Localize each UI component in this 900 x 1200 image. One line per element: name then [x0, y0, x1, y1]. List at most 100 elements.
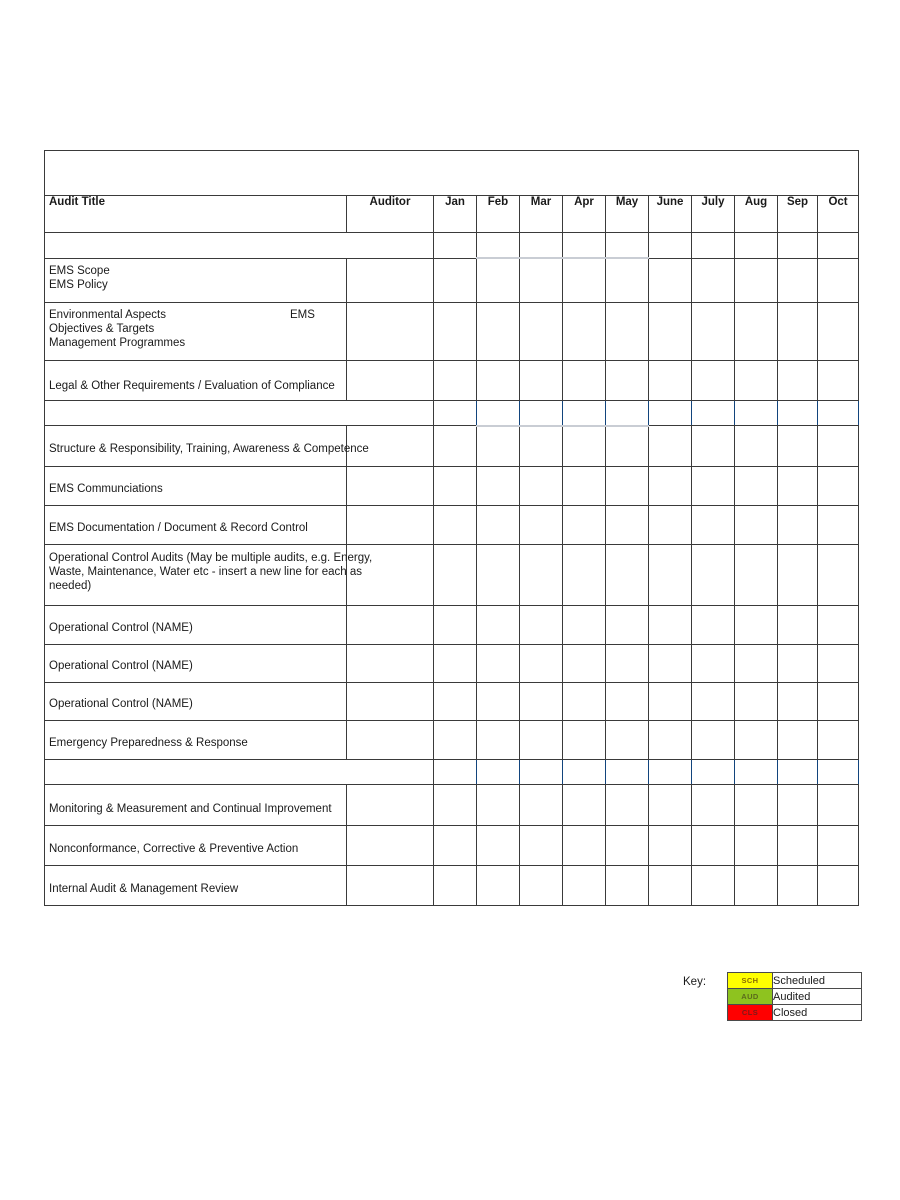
month-cell-sep[interactable]: [777, 720, 818, 760]
month-cell-mar[interactable]: [519, 359, 563, 401]
month-cell-feb[interactable]: [476, 301, 520, 361]
month-cell-feb[interactable]: [476, 505, 520, 545]
month-cell-aug[interactable]: [734, 505, 778, 545]
month-cell-mar[interactable]: [519, 301, 563, 361]
month-cell-feb[interactable]: [476, 544, 520, 606]
month-cell-july[interactable]: [691, 466, 735, 506]
month-cell-oct[interactable]: [816, 544, 860, 606]
month-cell-july[interactable]: [691, 865, 735, 906]
month-cell-mar[interactable]: [519, 865, 563, 906]
month-cell-apr[interactable]: [562, 784, 606, 826]
auditor-cell[interactable]: [346, 301, 434, 361]
month-cell-feb[interactable]: [476, 784, 520, 826]
month-cell-jan[interactable]: [433, 359, 477, 401]
month-cell-oct[interactable]: [816, 682, 860, 721]
month-cell-july[interactable]: [691, 682, 735, 721]
month-cell-may[interactable]: [605, 644, 649, 683]
month-cell-mar[interactable]: [519, 425, 563, 467]
month-cell-oct[interactable]: [816, 301, 860, 361]
month-cell-july[interactable]: [691, 301, 735, 361]
month-cell-july[interactable]: [691, 257, 735, 303]
month-cell-feb[interactable]: [476, 865, 520, 906]
month-cell-may[interactable]: [605, 784, 649, 826]
month-cell-aug[interactable]: [734, 301, 778, 361]
month-cell-oct[interactable]: [816, 359, 860, 401]
month-cell-july[interactable]: [691, 644, 735, 683]
month-cell-oct[interactable]: [816, 825, 860, 866]
month-cell-aug[interactable]: [734, 605, 778, 645]
month-cell-apr[interactable]: [562, 605, 606, 645]
month-cell-apr[interactable]: [562, 425, 606, 467]
month-cell-feb[interactable]: [476, 825, 520, 866]
month-cell-sep[interactable]: [777, 425, 818, 467]
month-cell-june[interactable]: [648, 644, 692, 683]
month-cell-mar[interactable]: [519, 720, 563, 760]
month-cell-aug[interactable]: [734, 865, 778, 906]
month-cell-apr[interactable]: [562, 466, 606, 506]
month-cell-mar[interactable]: [519, 257, 563, 303]
month-cell-jan[interactable]: [433, 825, 477, 866]
month-cell-july[interactable]: [691, 825, 735, 866]
month-cell-apr[interactable]: [562, 359, 606, 401]
month-cell-may[interactable]: [605, 720, 649, 760]
month-cell-aug[interactable]: [734, 825, 778, 866]
month-cell-mar[interactable]: [519, 825, 563, 866]
month-cell-aug[interactable]: [734, 466, 778, 506]
month-cell-jan[interactable]: [433, 505, 477, 545]
month-cell-mar[interactable]: [519, 644, 563, 683]
month-cell-jan[interactable]: [433, 544, 477, 606]
month-cell-oct[interactable]: [816, 865, 860, 906]
month-cell-june[interactable]: [648, 466, 692, 506]
month-cell-apr[interactable]: [562, 544, 606, 606]
month-cell-june[interactable]: [648, 505, 692, 545]
month-cell-mar[interactable]: [519, 605, 563, 645]
month-cell-aug[interactable]: [734, 257, 778, 303]
month-cell-june[interactable]: [648, 720, 692, 760]
month-cell-july[interactable]: [691, 544, 735, 606]
month-cell-aug[interactable]: [734, 720, 778, 760]
month-cell-feb[interactable]: [476, 682, 520, 721]
month-cell-mar[interactable]: [519, 505, 563, 545]
month-cell-june[interactable]: [648, 425, 692, 467]
month-cell-oct[interactable]: [816, 505, 860, 545]
month-cell-june[interactable]: [648, 359, 692, 401]
month-cell-aug[interactable]: [734, 644, 778, 683]
month-cell-may[interactable]: [605, 466, 649, 506]
month-cell-may[interactable]: [605, 865, 649, 906]
month-cell-oct[interactable]: [816, 466, 860, 506]
month-cell-feb[interactable]: [476, 466, 520, 506]
month-cell-july[interactable]: [691, 784, 735, 826]
month-cell-mar[interactable]: [519, 466, 563, 506]
month-cell-june[interactable]: [648, 784, 692, 826]
month-cell-mar[interactable]: [519, 784, 563, 826]
month-cell-may[interactable]: [605, 359, 649, 401]
month-cell-may[interactable]: [605, 825, 649, 866]
auditor-cell[interactable]: [346, 257, 434, 303]
month-cell-mar[interactable]: [519, 682, 563, 721]
month-cell-june[interactable]: [648, 682, 692, 721]
month-cell-sep[interactable]: [777, 359, 818, 401]
month-cell-may[interactable]: [605, 301, 649, 361]
month-cell-jan[interactable]: [433, 784, 477, 826]
month-cell-jan[interactable]: [433, 425, 477, 467]
month-cell-apr[interactable]: [562, 825, 606, 866]
month-cell-sep[interactable]: [777, 301, 818, 361]
month-cell-june[interactable]: [648, 605, 692, 645]
auditor-cell[interactable]: [346, 784, 434, 826]
auditor-cell[interactable]: [346, 359, 434, 401]
auditor-cell[interactable]: [346, 865, 434, 906]
month-cell-may[interactable]: [605, 505, 649, 545]
month-cell-sep[interactable]: [777, 682, 818, 721]
month-cell-feb[interactable]: [476, 425, 520, 467]
month-cell-jan[interactable]: [433, 865, 477, 906]
month-cell-sep[interactable]: [777, 544, 818, 606]
month-cell-apr[interactable]: [562, 257, 606, 303]
month-cell-oct[interactable]: [816, 425, 860, 467]
month-cell-sep[interactable]: [777, 825, 818, 866]
month-cell-may[interactable]: [605, 425, 649, 467]
month-cell-june[interactable]: [648, 544, 692, 606]
month-cell-aug[interactable]: [734, 425, 778, 467]
month-cell-sep[interactable]: [777, 784, 818, 826]
month-cell-apr[interactable]: [562, 865, 606, 906]
auditor-cell[interactable]: [346, 605, 434, 645]
